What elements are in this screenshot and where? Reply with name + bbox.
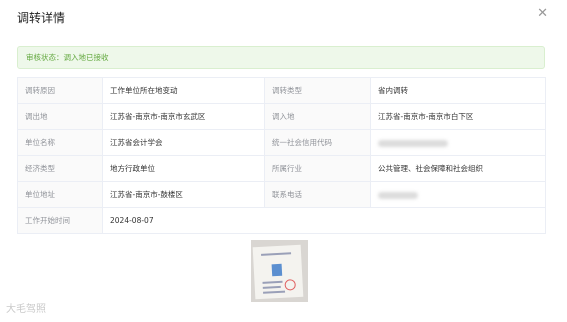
field-value: 江苏省-南京市-南京市玄武区 <box>102 103 265 130</box>
table-row: 单位名称 江苏省会计学会 统一社会信用代码 <box>17 129 546 156</box>
field-label: 统一社会信用代码 <box>264 129 371 156</box>
field-label: 单位地址 <box>17 181 103 208</box>
redaction-blur <box>378 191 418 199</box>
field-label: 联系电话 <box>264 181 371 208</box>
table-row: 调转原因 工作单位所在地变动 调转类型 省内调转 <box>17 77 546 104</box>
field-label: 工作开始时间 <box>17 207 103 234</box>
redaction-blur <box>378 139 448 147</box>
field-label: 调入地 <box>264 103 371 130</box>
table-row: 经济类型 地方行政单位 所属行业 公共管理、社会保障和社会组织 <box>17 155 546 182</box>
field-value: 省内调转 <box>370 77 546 104</box>
certificate-thumbnail[interactable] <box>251 240 308 302</box>
field-value: 江苏省会计学会 <box>102 129 265 156</box>
transfer-detail-dialog: 调转详情 ✕ 审核状态：调入地已接收 调转原因 工作单位所在地变动 调转类型 省… <box>0 0 567 322</box>
close-icon[interactable]: ✕ <box>537 7 548 21</box>
table-row: 调出地 江苏省-南京市-南京市玄武区 调入地 江苏省-南京市-南京市白下区 <box>17 103 546 130</box>
field-value: 公共管理、社会保障和社会组织 <box>370 155 546 182</box>
status-banner: 审核状态：调入地已接收 <box>17 46 545 69</box>
field-label: 调转类型 <box>264 77 371 104</box>
field-value: 江苏省-南京市-鼓楼区 <box>102 181 265 208</box>
field-label: 所属行业 <box>264 155 371 182</box>
redacted-credit-code <box>370 129 546 156</box>
table-row: 工作开始时间 2024-08-07 <box>17 207 546 234</box>
field-value: 2024-08-07 <box>102 207 546 234</box>
field-value: 工作单位所在地变动 <box>102 77 265 104</box>
redacted-phone <box>370 181 546 208</box>
dialog-title: 调转详情 <box>17 11 66 25</box>
seal-stamp <box>284 279 296 291</box>
certificate-paper <box>252 244 304 300</box>
field-value: 江苏省-南京市-南京市白下区 <box>370 103 546 130</box>
field-label: 经济类型 <box>17 155 103 182</box>
field-value: 地方行政单位 <box>102 155 265 182</box>
detail-table: 调转原因 工作单位所在地变动 调转类型 省内调转 调出地 江苏省-南京市-南京市… <box>17 77 546 234</box>
field-label: 调出地 <box>17 103 103 130</box>
status-text: 审核状态：调入地已接收 <box>26 53 109 62</box>
watermark: 大毛驾照 <box>6 304 46 315</box>
field-label: 单位名称 <box>17 129 103 156</box>
field-label: 调转原因 <box>17 77 103 104</box>
portrait-photo <box>271 263 283 277</box>
table-row: 单位地址 江苏省-南京市-鼓楼区 联系电话 <box>17 181 546 208</box>
